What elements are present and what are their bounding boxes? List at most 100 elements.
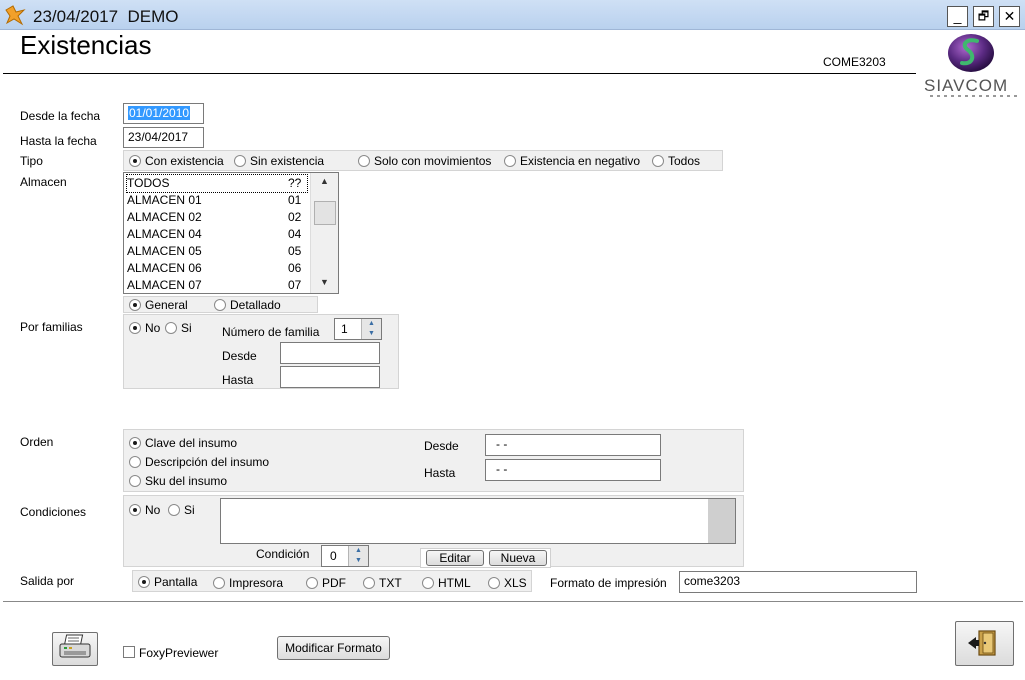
minimize-button[interactable]: _ xyxy=(947,6,968,27)
tipo-option-con-existencia[interactable]: Con existencia xyxy=(129,154,224,168)
condicion-value: 0 xyxy=(330,549,337,563)
orden-hasta-label: Hasta xyxy=(424,466,456,480)
salida-option-pdf[interactable]: PDF xyxy=(306,576,346,590)
print-button[interactable] xyxy=(52,632,98,666)
list-item[interactable]: ALMACEN 01 01 xyxy=(127,192,307,209)
hasta-fecha-input[interactable]: 23/04/2017 xyxy=(123,127,204,148)
salida-option-xls[interactable]: XLS xyxy=(488,576,527,590)
numero-familia-spinner[interactable]: 1 ▲ ▼ xyxy=(334,318,382,340)
orden-hasta-input[interactable]: - - xyxy=(485,459,661,481)
radio-icon xyxy=(138,576,150,588)
window-titlebar: 23/04/2017 DEMO _ 🗗 ✕ xyxy=(0,0,1025,30)
tipo-option-solo-movimientos[interactable]: Solo con movimientos xyxy=(358,154,491,168)
hasta-fecha-label: Hasta la fecha xyxy=(20,134,97,148)
condiciones-scrollbar[interactable] xyxy=(708,499,735,543)
familias-panel: No Si Número de familia 1 ▲ ▼ Desde Hast… xyxy=(123,314,399,389)
list-item[interactable]: ALMACEN 06 06 xyxy=(127,260,307,277)
tipo-label: Tipo xyxy=(20,154,43,168)
spin-down-icon[interactable]: ▼ xyxy=(349,556,368,566)
list-item[interactable]: ALMACEN 07 07 xyxy=(127,277,307,293)
condicion-spinner[interactable]: 0 ▲ ▼ xyxy=(321,545,369,567)
close-button[interactable]: ✕ xyxy=(999,6,1020,27)
condiciones-textarea[interactable] xyxy=(220,498,736,544)
detalle-option-general[interactable]: General xyxy=(129,298,188,312)
familia-desde-input[interactable] xyxy=(280,342,380,364)
spin-up-icon[interactable]: ▲ xyxy=(349,546,368,556)
tipo-option-sin-existencia[interactable]: Sin existencia xyxy=(234,154,324,168)
detalle-option-detallado[interactable]: Detallado xyxy=(214,298,281,312)
radio-icon xyxy=(214,299,226,311)
salida-option-html[interactable]: HTML xyxy=(422,576,471,590)
spinner-buttons[interactable]: ▲ ▼ xyxy=(361,319,381,339)
radio-icon xyxy=(422,577,434,589)
radio-icon xyxy=(358,155,370,167)
salida-option-txt[interactable]: TXT xyxy=(363,576,402,590)
salida-label: Salida por xyxy=(20,574,75,588)
spin-down-icon[interactable]: ▼ xyxy=(362,329,381,339)
editar-button[interactable]: Editar xyxy=(426,550,484,566)
radio-icon xyxy=(504,155,516,167)
scroll-down-icon[interactable]: ▼ xyxy=(311,274,338,291)
desde-fecha-label: Desde la fecha xyxy=(20,109,101,123)
radio-icon xyxy=(306,577,318,589)
orden-desde-input[interactable]: - - xyxy=(485,434,661,456)
almacen-scrollbar[interactable]: ▲ ▼ xyxy=(310,173,338,293)
radio-icon xyxy=(129,456,141,468)
orden-panel: Clave del insumo Descripción del insumo … xyxy=(123,429,744,492)
list-item[interactable]: ALMACEN 02 02 xyxy=(127,209,307,226)
almacen-label: Almacen xyxy=(20,175,67,189)
familias-option-no[interactable]: No xyxy=(129,321,160,335)
spinner-buttons[interactable]: ▲ ▼ xyxy=(348,546,368,566)
familias-option-si[interactable]: Si xyxy=(165,321,192,335)
window-title: 23/04/2017 DEMO xyxy=(33,7,179,26)
exit-button[interactable] xyxy=(955,621,1014,666)
familia-hasta-input[interactable] xyxy=(280,366,380,388)
list-item[interactable]: ALMACEN 05 05 xyxy=(127,243,307,260)
scroll-thumb[interactable] xyxy=(314,201,336,225)
formato-impresion-label: Formato de impresión xyxy=(550,576,667,590)
condiciones-panel: No Si Condición 0 ▲ ▼ Editar Nueva xyxy=(123,495,744,568)
foxypreviewer-checkbox[interactable] xyxy=(123,646,135,658)
radio-icon xyxy=(213,577,225,589)
salida-option-impresora[interactable]: Impresora xyxy=(213,576,283,590)
desde-fecha-input[interactable]: 01/01/2010 xyxy=(123,103,204,124)
list-item[interactable]: TODOS?? xyxy=(126,174,308,193)
footer-divider xyxy=(3,601,1023,602)
exit-door-icon xyxy=(967,630,996,656)
siavcom-logo-text: SIAVCOM xyxy=(924,76,1009,95)
modificar-formato-button[interactable]: Modificar Formato xyxy=(277,636,390,660)
salida-option-pantalla[interactable]: Pantalla xyxy=(138,575,197,589)
printer-icon xyxy=(59,634,91,658)
radio-icon xyxy=(129,504,141,516)
numero-familia-value: 1 xyxy=(341,322,348,336)
radio-icon xyxy=(168,504,180,516)
radio-icon xyxy=(129,322,141,334)
radio-icon xyxy=(129,437,141,449)
condiciones-label: Condiciones xyxy=(20,505,87,519)
condiciones-option-no[interactable]: No xyxy=(129,503,160,517)
orden-option-sku[interactable]: Sku del insumo xyxy=(129,474,227,488)
list-item[interactable]: ALMACEN 04 04 xyxy=(127,226,307,243)
restore-button[interactable]: 🗗 xyxy=(973,6,994,27)
orden-option-descripcion[interactable]: Descripción del insumo xyxy=(129,455,269,469)
nueva-button[interactable]: Nueva xyxy=(489,550,547,566)
spin-up-icon[interactable]: ▲ xyxy=(362,319,381,329)
orden-label: Orden xyxy=(20,435,54,449)
formato-impresion-input[interactable]: come3203 xyxy=(679,571,917,593)
radio-icon xyxy=(165,322,177,334)
page-title: Existencias xyxy=(20,30,152,60)
orden-option-clave[interactable]: Clave del insumo xyxy=(129,436,237,450)
form-code: COME3203 xyxy=(823,55,886,69)
tipo-radio-group: Con existencia Sin existencia Solo con m… xyxy=(123,150,723,171)
scroll-up-icon[interactable]: ▲ xyxy=(311,173,338,190)
header-divider xyxy=(3,73,916,74)
condiciones-option-si[interactable]: Si xyxy=(168,503,195,517)
tipo-option-todos[interactable]: Todos xyxy=(652,154,700,168)
detalle-radio-group: General Detallado xyxy=(123,296,318,313)
radio-icon xyxy=(129,475,141,487)
condicion-label: Condición xyxy=(256,547,310,561)
app-logo-icon xyxy=(5,5,26,26)
tipo-option-existencia-negativo[interactable]: Existencia en negativo xyxy=(504,154,640,168)
radio-icon xyxy=(129,299,141,311)
almacen-listbox[interactable]: TODOS?? ALMACEN 01 01 ALMACEN 02 02 ALMACE… xyxy=(123,172,339,294)
